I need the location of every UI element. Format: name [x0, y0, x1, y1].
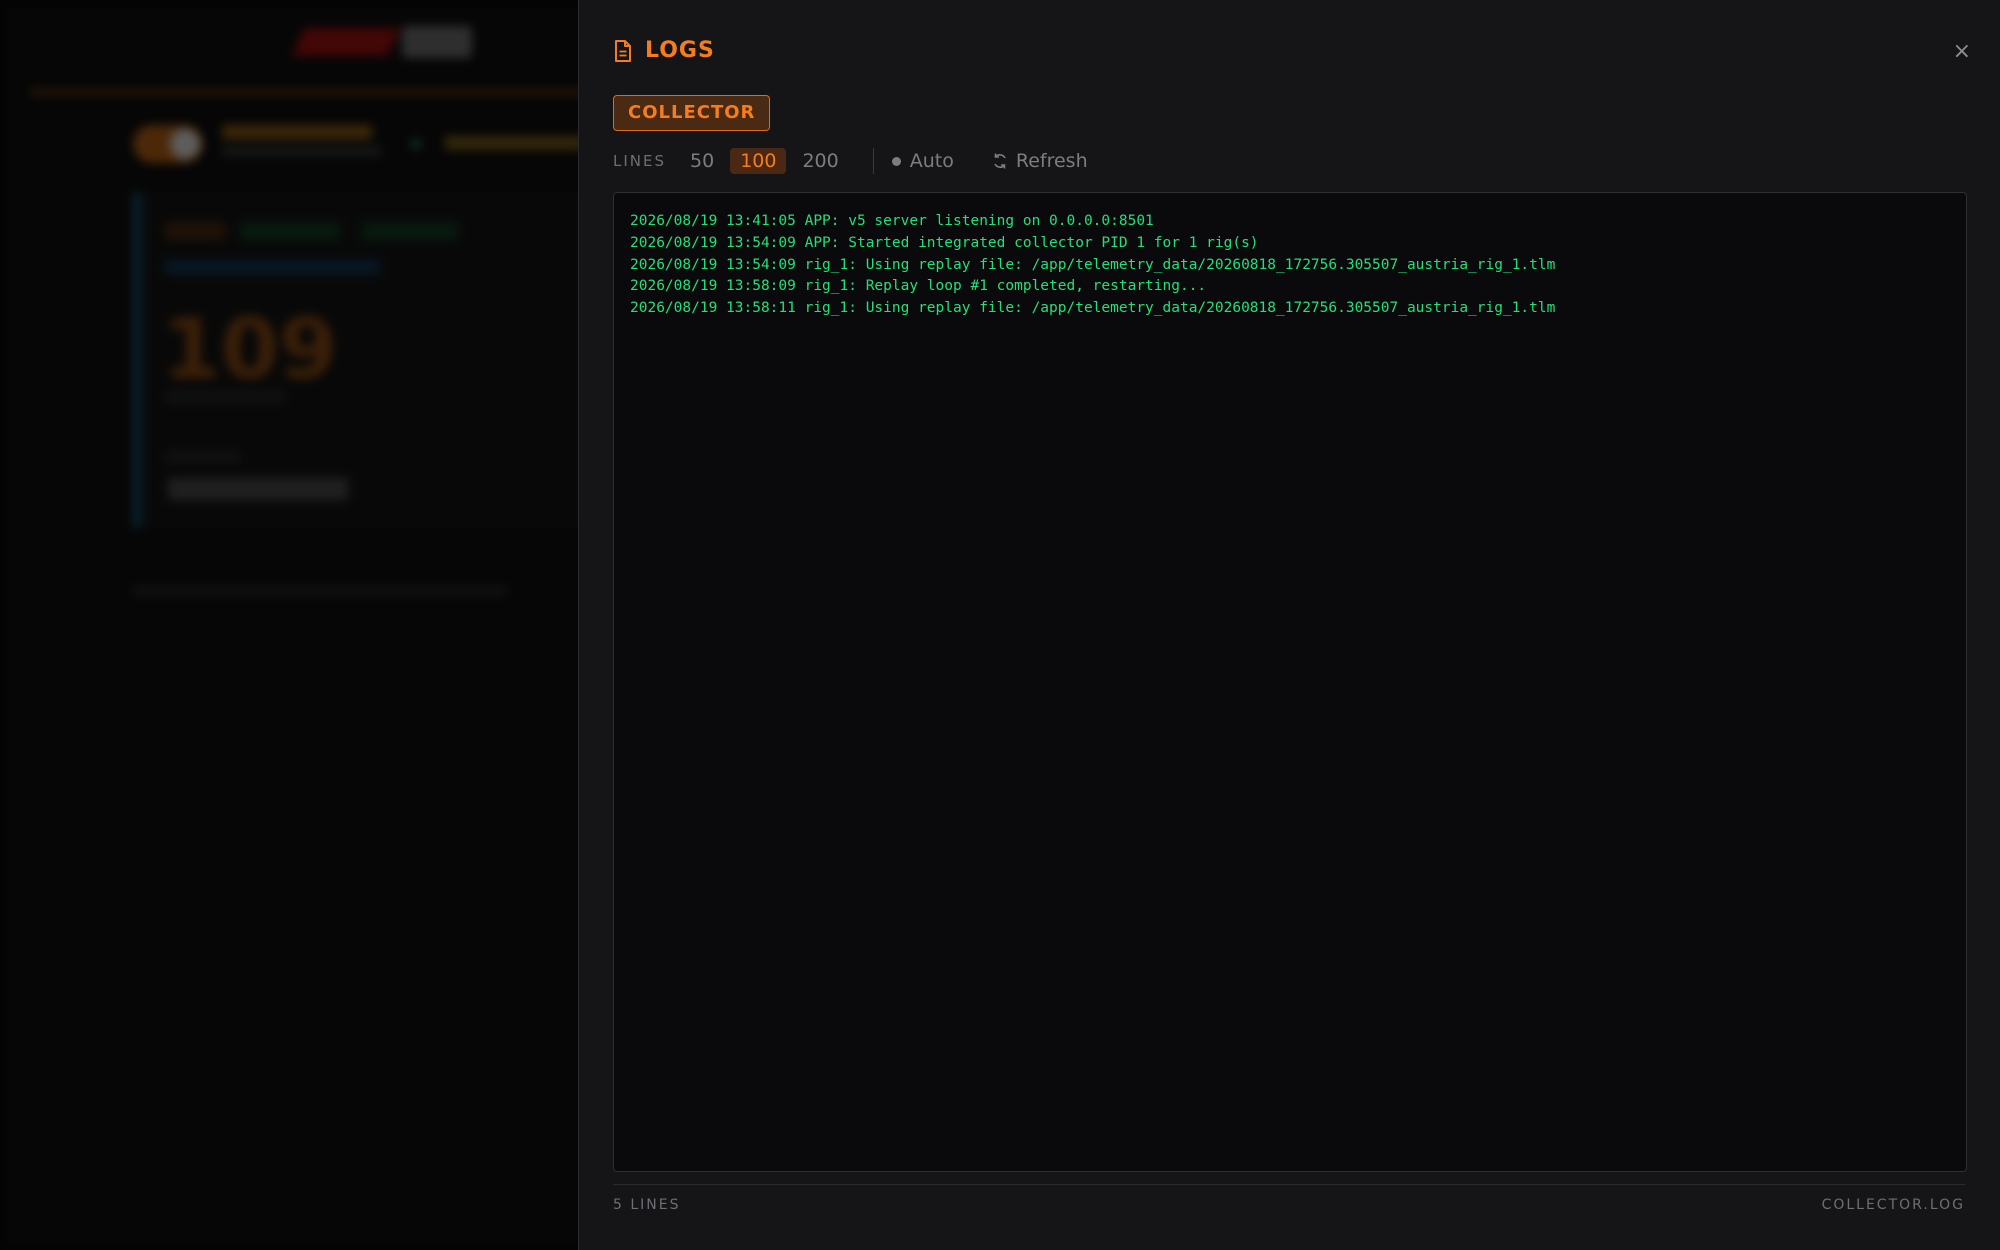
- lines-option-200[interactable]: 200: [792, 148, 848, 174]
- log-line: 2026/08/19 13:54:09 APP: Started integra…: [630, 234, 1259, 251]
- auto-refresh-toggle[interactable]: Auto: [891, 150, 954, 172]
- drawer-title: LOGS: [645, 38, 715, 63]
- log-line: 2026/08/19 13:54:09 rig_1: Using replay …: [630, 256, 1556, 273]
- drawer-header: LOGS: [613, 38, 715, 63]
- line-count: 5 LINES: [613, 1197, 681, 1213]
- log-toolbar: LINES 50 100 200 Auto Refresh: [613, 146, 1088, 176]
- footer-divider: [613, 1184, 1965, 1185]
- toolbar-divider: [872, 148, 874, 174]
- log-output[interactable]: 2026/08/19 13:41:05 APP: v5 server liste…: [613, 192, 1967, 1172]
- close-icon[interactable]: ×: [1953, 38, 1971, 66]
- logs-drawer: LOGS × COLLECTOR LINES 50 100 200 Auto R…: [578, 0, 2000, 1250]
- refresh-button[interactable]: Refresh: [992, 150, 1088, 172]
- lines-option-50[interactable]: 50: [680, 148, 724, 174]
- tab-collector[interactable]: COLLECTOR: [613, 95, 771, 131]
- auto-dot-icon: [891, 156, 901, 166]
- refresh-label: Refresh: [1015, 150, 1088, 172]
- log-line: 2026/08/19 13:41:05 APP: v5 server liste…: [630, 213, 1154, 229]
- log-line: 2026/08/19 13:58:11 rig_1: Using replay …: [630, 300, 1556, 317]
- lines-label: LINES: [613, 152, 667, 170]
- auto-label: Auto: [909, 150, 954, 172]
- log-filename: COLLECTOR.LOG: [1821, 1197, 1965, 1213]
- lines-option-100[interactable]: 100: [730, 148, 787, 174]
- log-lines: 2026/08/19 13:41:05 APP: v5 server liste…: [630, 211, 1555, 320]
- refresh-icon: [992, 152, 1008, 170]
- log-line: 2026/08/19 13:58:09 rig_1: Replay loop #…: [630, 278, 1207, 295]
- document-icon: [613, 39, 633, 63]
